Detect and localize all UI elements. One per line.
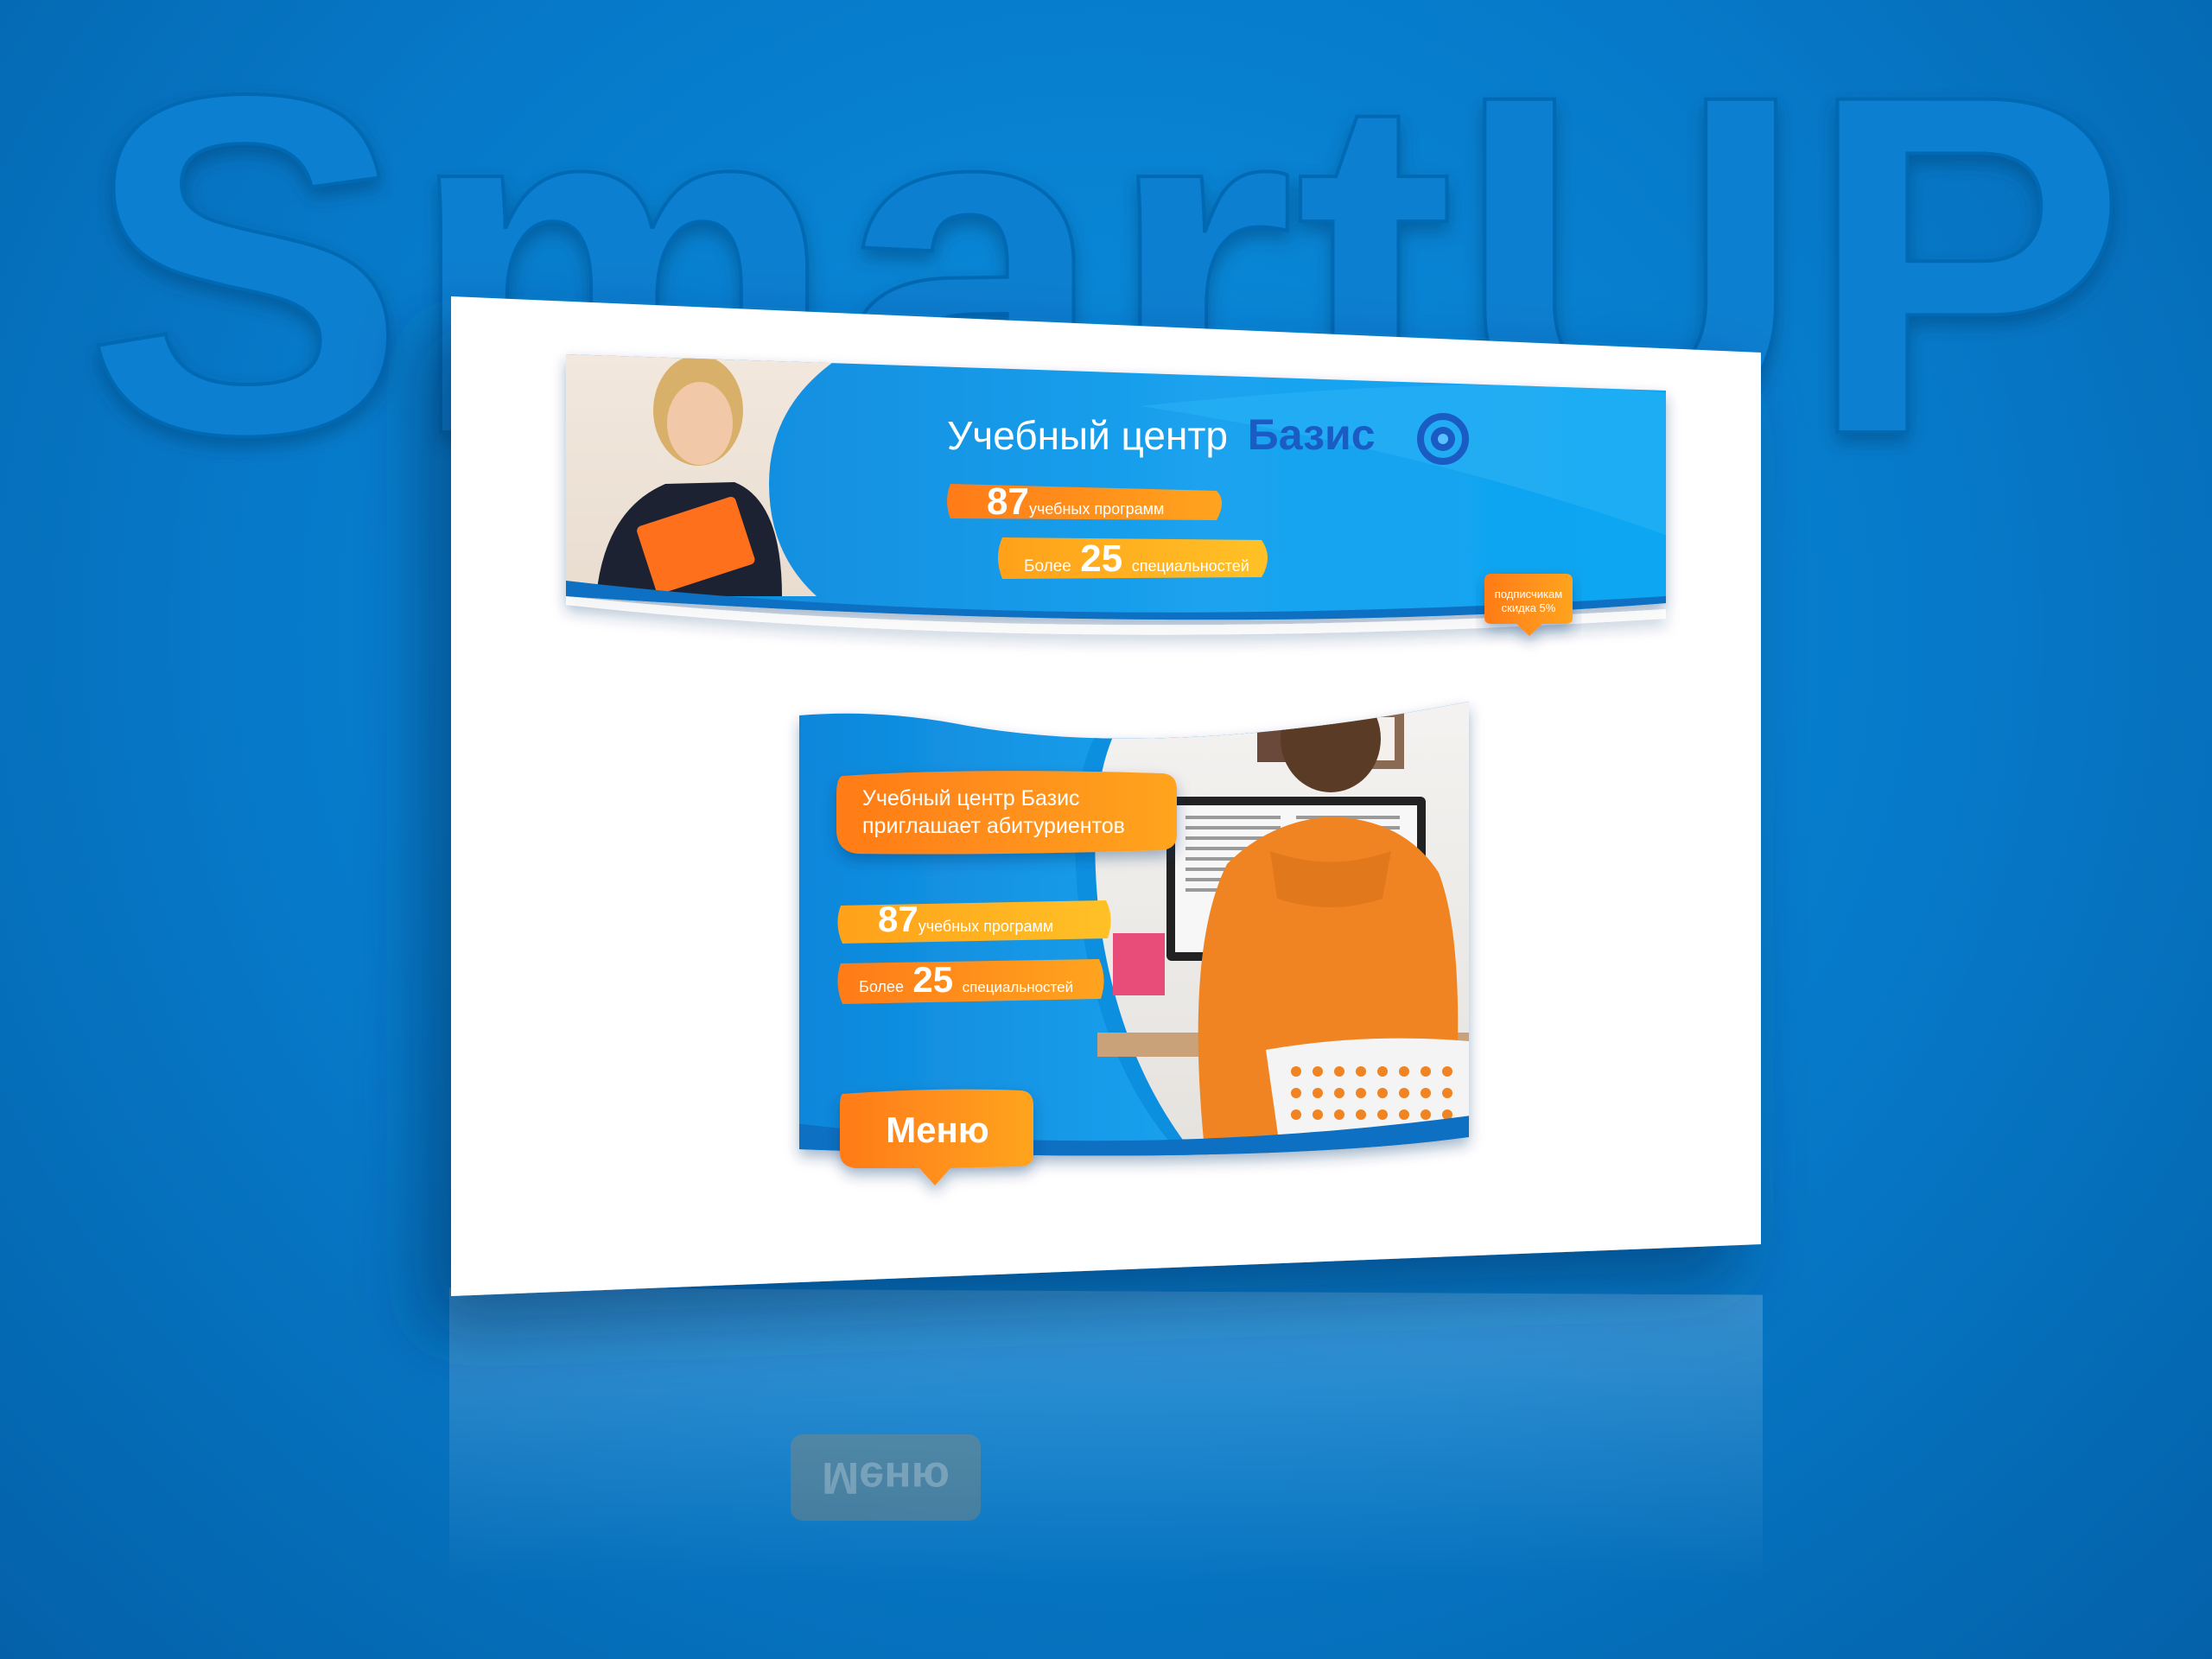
banner1-title: Учебный центр Базис — [947, 410, 1376, 460]
banner2-stat1-number: 87 — [878, 899, 918, 939]
banner1-title-brand: Базис — [1247, 410, 1376, 459]
banner2-stat1: 87учебных программ — [878, 899, 1053, 940]
banner1-stat1-text: учебных программ — [1028, 500, 1165, 518]
banner1-stat2-prefix: Более — [1024, 557, 1071, 575]
banner2-headline: Учебный центр Базис приглашает абитуриен… — [862, 785, 1125, 840]
discount-badge-line1: подписчикам — [1494, 588, 1563, 601]
banner2-stat1-text: учебных программ — [918, 918, 1054, 935]
banner1-stat1: 87учебных программ — [987, 480, 1164, 524]
mockup-sheet: Учебный центр Базис 87учебных программ Б… — [0, 0, 2212, 1659]
menu-button[interactable]: Меню — [847, 1099, 1028, 1161]
discount-badge-text: подписчикам скидка 5% — [1491, 588, 1566, 615]
banner1-stat2-text: специальностей — [1131, 557, 1249, 575]
banner1-stat2: Более 25 специальностей — [1024, 537, 1249, 581]
menu-button-label: Меню — [886, 1109, 989, 1150]
banner2-stat2-text: специальностей — [962, 979, 1074, 995]
banner2-stat2-number: 25 — [912, 959, 954, 1000]
banner2-stat2-prefix: Более — [859, 978, 904, 995]
discount-badge-line2: скидка 5% — [1501, 601, 1556, 614]
banner1-stat2-number: 25 — [1080, 537, 1123, 580]
banner1-stat1-number: 87 — [987, 480, 1029, 523]
banner2-headline-line2: приглашает абитуриентов — [862, 814, 1125, 838]
banner2-stat2: Более 25 специальностей — [859, 959, 1073, 1001]
banner1-title-prefix: Учебный центр — [947, 413, 1229, 458]
banner2-headline-line1: Учебный центр Базис — [862, 786, 1080, 810]
